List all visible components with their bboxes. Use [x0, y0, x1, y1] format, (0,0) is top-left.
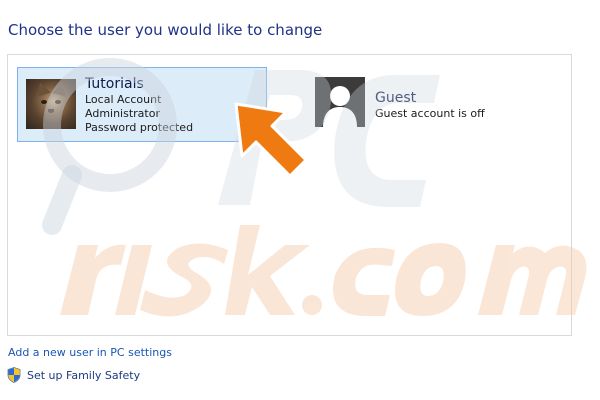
family-safety-row[interactable]: Set up Family Safety	[7, 367, 140, 383]
cat-nose	[48, 109, 54, 113]
cat-ear-left	[33, 80, 51, 97]
user-list-panel: Tutorials Local Account Administrator Pa…	[7, 54, 572, 336]
user-avatar-tutorials	[26, 79, 76, 129]
user-tile-tutorials[interactable]: Tutorials Local Account Administrator Pa…	[17, 67, 267, 142]
user-tile-guest[interactable]: Guest Guest account is off	[315, 77, 545, 132]
family-safety-link[interactable]: Set up Family Safety	[27, 369, 140, 382]
user-avatar-guest	[315, 77, 365, 127]
user-name: Guest	[375, 90, 417, 106]
cat-eye-left	[41, 100, 47, 104]
cat-ear-right	[52, 80, 70, 97]
generic-user-icon	[323, 86, 357, 127]
add-new-user-link[interactable]: Add a new user in PC settings	[8, 346, 172, 359]
user-info-tutorials: Tutorials Local Account Administrator Pa…	[85, 76, 194, 135]
guest-status: Guest account is off	[375, 107, 485, 120]
user-info-guest: Guest Guest account is off	[375, 77, 485, 121]
cat-eye-right	[55, 100, 61, 104]
page-title: Choose the user you would like to change	[8, 21, 323, 39]
uac-shield-icon	[7, 367, 21, 383]
user-name: Tutorials	[85, 76, 144, 92]
user-account-type: Local Account	[85, 93, 162, 106]
user-role: Administrator	[85, 107, 160, 120]
user-password-status: Password protected	[85, 121, 194, 134]
